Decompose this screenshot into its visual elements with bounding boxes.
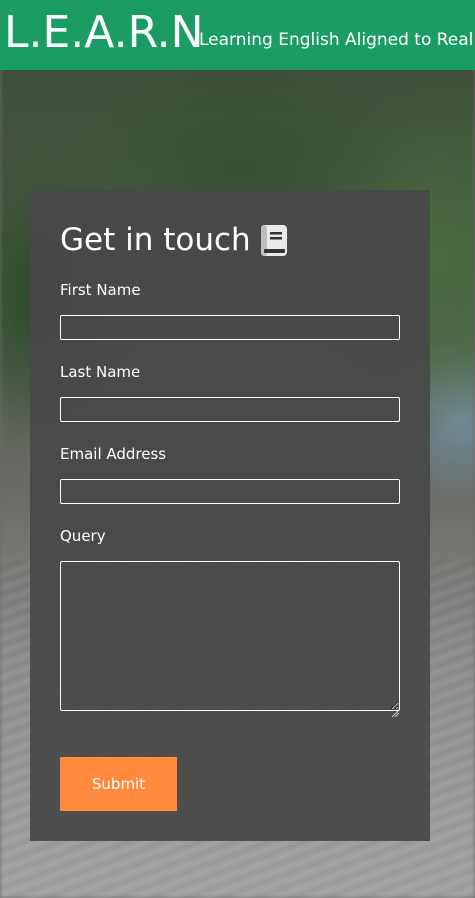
first-name-input[interactable] bbox=[60, 315, 400, 340]
resize-grip-icon[interactable] bbox=[391, 702, 400, 718]
first-name-label: First Name bbox=[60, 281, 141, 299]
navbar: L.E.A.R.N Learning English Aligned to Re… bbox=[0, 0, 475, 70]
query-label: Query bbox=[60, 527, 106, 545]
query-textarea[interactable] bbox=[60, 561, 400, 711]
last-name-label: Last Name bbox=[60, 363, 141, 381]
last-name-input[interactable] bbox=[60, 397, 400, 422]
contact-form-card: Get in touch First Name Last Name Email … bbox=[30, 190, 430, 841]
brand-tagline: Learning English Aligned to Real bbox=[199, 30, 474, 50]
form-title-text: Get in touch bbox=[60, 222, 251, 258]
brand-logo-text[interactable]: L.E.A.R.N bbox=[4, 8, 204, 58]
email-input[interactable] bbox=[60, 479, 400, 504]
email-label: Email Address bbox=[60, 445, 167, 463]
form-title: Get in touch bbox=[60, 220, 288, 260]
book-icon bbox=[260, 224, 288, 257]
submit-button[interactable]: Submit bbox=[60, 757, 177, 811]
